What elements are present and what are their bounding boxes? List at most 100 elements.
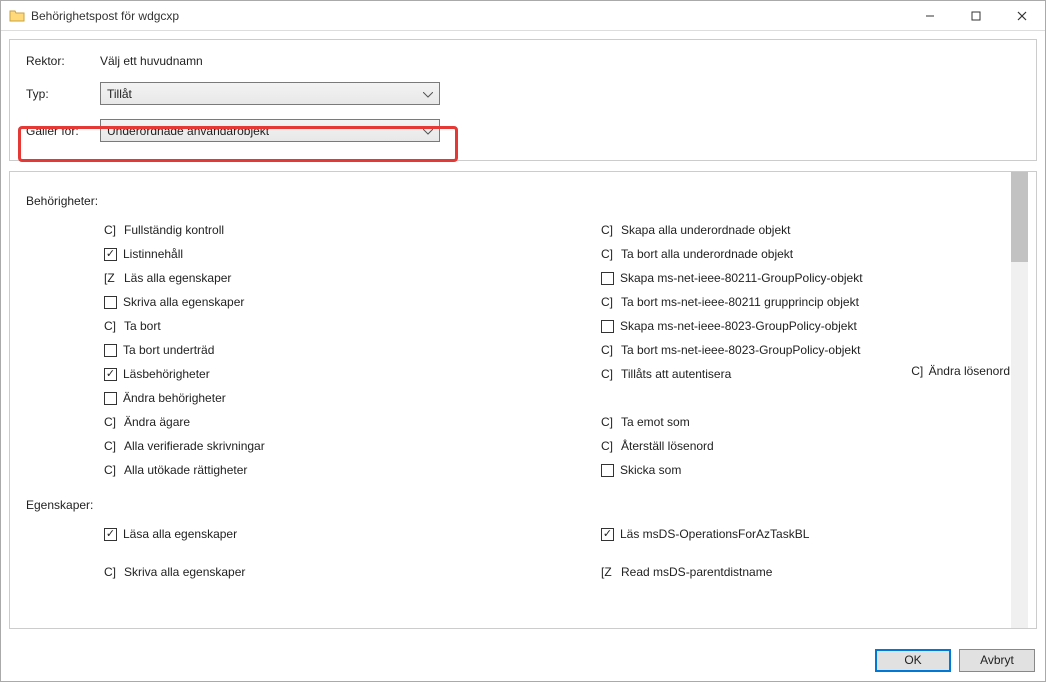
permission-item[interactable]: Skriva alla egenskaper — [26, 290, 523, 314]
checkbox[interactable] — [104, 248, 117, 261]
permission-item[interactable]: C]Ta emot som — [523, 410, 1020, 434]
item-label: Skriva alla egenskaper — [124, 565, 245, 579]
permission-item[interactable]: C]Återställ lösenord — [523, 434, 1020, 458]
permissions-columns: C]Fullständig kontrollListinnehåll[ZLäs … — [26, 218, 1020, 482]
overflow-item[interactable]: C] Ändra lösenord — [911, 364, 1010, 378]
permission-item[interactable]: C]Ta bort — [26, 314, 523, 338]
checkbox[interactable] — [601, 320, 614, 333]
item-label: Ta bort ms-net-ieee-80211 grupprincip ob… — [621, 295, 859, 309]
close-button[interactable] — [999, 1, 1045, 31]
overflow-label: Ändra lösenord — [929, 364, 1010, 378]
checkbox-glyph: C] — [601, 247, 619, 261]
properties-columns: Läsa alla egenskaper C]Skriva alla egensk… — [26, 522, 1020, 584]
permission-item[interactable]: C]Ta bort ms-net-ieee-80211 grupprincip … — [523, 290, 1020, 314]
item-label: Skicka som — [620, 463, 681, 477]
item-label: Read msDS-parentdistname — [621, 565, 772, 579]
permission-item[interactable]: [ZRead msDS-parentdistname — [523, 560, 1020, 584]
permission-item[interactable]: Läsbehörigheter — [26, 362, 523, 386]
permission-item[interactable]: Listinnehåll — [26, 242, 523, 266]
dialog-footer: OK Avbryt — [1, 639, 1045, 681]
dialog-window: Behörighetspost för wdgcxp Rektor: Välj … — [0, 0, 1046, 682]
checkbox[interactable] — [104, 528, 117, 541]
type-value: Tillåt — [107, 87, 132, 101]
content-area: Rektor: Välj ett huvudnamn Typ: Tillåt G… — [1, 31, 1045, 639]
item-label: Återställ lösenord — [621, 439, 714, 453]
applies-dropdown[interactable]: Underordnade användarobjekt — [100, 119, 440, 142]
minimize-button[interactable] — [907, 1, 953, 31]
item-label: Läsbehörigheter — [123, 367, 210, 381]
checkbox[interactable] — [601, 464, 614, 477]
chevron-down-icon — [423, 124, 433, 138]
item-label: Listinnehåll — [123, 247, 183, 261]
permission-item[interactable]: C]Fullständig kontroll — [26, 218, 523, 242]
item-label: Ta bort — [124, 319, 161, 333]
properties-heading: Egenskaper: — [26, 498, 1020, 512]
permission-item[interactable]: C]Ta bort ms-net-ieee-8023-GroupPolicy-o… — [523, 338, 1020, 362]
window-buttons — [907, 1, 1045, 31]
checkbox-glyph: C] — [104, 463, 122, 477]
permissions-panel: Behörigheter: C]Fullständig kontrollList… — [9, 171, 1037, 629]
permission-item[interactable]: Skapa ms-net-ieee-80211-GroupPolicy-obje… — [523, 266, 1020, 290]
permission-item[interactable]: [ZLäs alla egenskaper — [26, 266, 523, 290]
checkbox-glyph: C] — [104, 319, 122, 333]
item-label: Alla verifierade skrivningar — [124, 439, 265, 453]
type-label: Typ: — [26, 87, 100, 101]
item-label: Läsa alla egenskaper — [123, 527, 237, 541]
permission-item[interactable]: Läsa alla egenskaper — [26, 522, 523, 546]
principal-link[interactable]: Välj ett huvudnamn — [100, 54, 203, 68]
checkbox-glyph: C] — [104, 415, 122, 429]
applies-value: Underordnade användarobjekt — [107, 124, 269, 138]
properties-col-right: Läs msDS-OperationsForAzTaskBL [ZRead msD… — [523, 522, 1020, 584]
principal-label: Rektor: — [26, 54, 100, 68]
permission-item[interactable]: Ändra behörigheter — [26, 386, 523, 410]
permission-item[interactable]: Läs msDS-OperationsForAzTaskBL — [523, 522, 1020, 546]
permission-item[interactable]: C]Ta bort alla underordnade objekt — [523, 242, 1020, 266]
item-label: Tillåts att autentisera — [621, 367, 731, 381]
checkbox-glyph: C] — [104, 223, 122, 237]
checkbox[interactable] — [104, 392, 117, 405]
item-label: Läs alla egenskaper — [124, 271, 231, 285]
item-label: Ta bort underträd — [123, 343, 214, 357]
checkbox-glyph: C] — [104, 439, 122, 453]
item-label: Alla utökade rättigheter — [124, 463, 247, 477]
checkbox-glyph: [Z — [601, 565, 619, 579]
checkbox[interactable] — [104, 296, 117, 309]
permission-item — [523, 386, 1020, 410]
vertical-scrollbar[interactable] — [1011, 172, 1028, 628]
ok-button[interactable]: OK — [875, 649, 951, 672]
item-label: Ta emot som — [621, 415, 690, 429]
permission-item[interactable]: C]Skapa alla underordnade objekt — [523, 218, 1020, 242]
item-label: Ta bort alla underordnade objekt — [621, 247, 793, 261]
checkbox[interactable] — [104, 368, 117, 381]
permission-item — [523, 546, 1020, 560]
permission-item[interactable]: Skicka som — [523, 458, 1020, 482]
type-dropdown[interactable]: Tillåt — [100, 82, 440, 105]
titlebar: Behörighetspost för wdgcxp — [1, 1, 1045, 31]
checkbox[interactable] — [601, 528, 614, 541]
permission-item[interactable]: C]Skriva alla egenskaper — [26, 560, 523, 584]
item-label: Läs msDS-OperationsForAzTaskBL — [620, 527, 809, 541]
permission-item[interactable]: Skapa ms-net-ieee-8023-GroupPolicy-objek… — [523, 314, 1020, 338]
item-label: Skapa ms-net-ieee-80211-GroupPolicy-obje… — [620, 271, 863, 285]
checkbox-glyph: C] — [601, 439, 619, 453]
permissions-col-right: C]Skapa alla underordnade objektC]Ta bor… — [523, 218, 1020, 482]
item-label: Skriva alla egenskaper — [123, 295, 244, 309]
permission-item[interactable]: C]Ändra ägare — [26, 410, 523, 434]
permission-item[interactable]: C]Alla verifierade skrivningar — [26, 434, 523, 458]
permission-item — [26, 546, 523, 560]
item-label: Ändra ägare — [124, 415, 190, 429]
checkbox-glyph: C] — [911, 364, 923, 378]
checkbox-glyph: C] — [104, 565, 122, 579]
permission-item[interactable]: Ta bort underträd — [26, 338, 523, 362]
checkbox[interactable] — [601, 272, 614, 285]
permissions-heading: Behörigheter: — [26, 194, 1020, 208]
item-label: Skapa alla underordnade objekt — [621, 223, 790, 237]
checkbox[interactable] — [104, 344, 117, 357]
folder-icon — [9, 8, 25, 24]
checkbox-glyph: C] — [601, 295, 619, 309]
chevron-down-icon — [423, 87, 433, 101]
maximize-button[interactable] — [953, 1, 999, 31]
permission-item[interactable]: C]Alla utökade rättigheter — [26, 458, 523, 482]
cancel-button[interactable]: Avbryt — [959, 649, 1035, 672]
item-label: Fullständig kontroll — [124, 223, 224, 237]
